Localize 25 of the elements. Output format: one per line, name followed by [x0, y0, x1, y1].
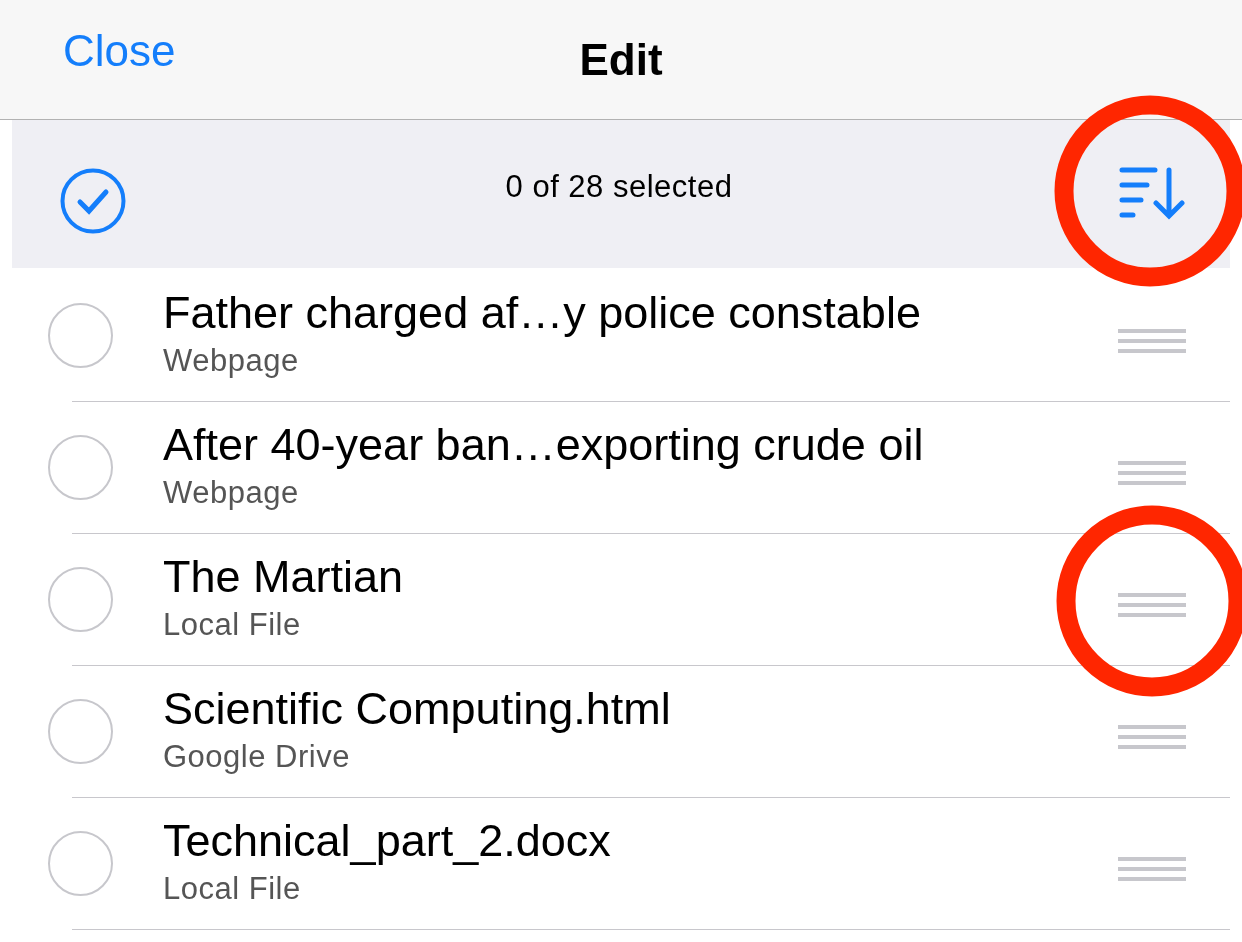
select-all-checkbox[interactable] [60, 168, 126, 234]
drag-handle[interactable] [1118, 592, 1186, 617]
item-source: Webpage [163, 474, 300, 511]
row-checkbox[interactable] [48, 435, 113, 500]
row-checkbox[interactable] [48, 831, 113, 896]
drag-handle[interactable] [1118, 856, 1186, 881]
item-source: Google Drive [163, 738, 351, 775]
screen-title: Edit [579, 34, 663, 85]
item-title: Technical_part_2.docx [163, 814, 612, 867]
drag-handle[interactable] [1118, 460, 1186, 485]
item-title: Father charged af…y police constable [163, 286, 922, 339]
item-source: Local File [163, 870, 302, 907]
selection-count: 0 of 28 selected [504, 169, 734, 205]
item-source: Local File [163, 606, 302, 643]
row-checkbox[interactable] [48, 303, 113, 368]
item-source: Webpage [163, 342, 300, 379]
row-checkbox[interactable] [48, 567, 113, 632]
sort-icon [1119, 167, 1185, 221]
item-title: Scientific Computing.html [163, 682, 672, 735]
row-checkbox[interactable] [48, 699, 113, 764]
close-button[interactable]: Close [63, 26, 176, 76]
item-title: After 40-year ban…exporting crude oil [163, 418, 925, 471]
drag-handle[interactable] [1118, 724, 1186, 749]
drag-handle[interactable] [1118, 328, 1186, 353]
item-title: The Martian [163, 550, 405, 603]
